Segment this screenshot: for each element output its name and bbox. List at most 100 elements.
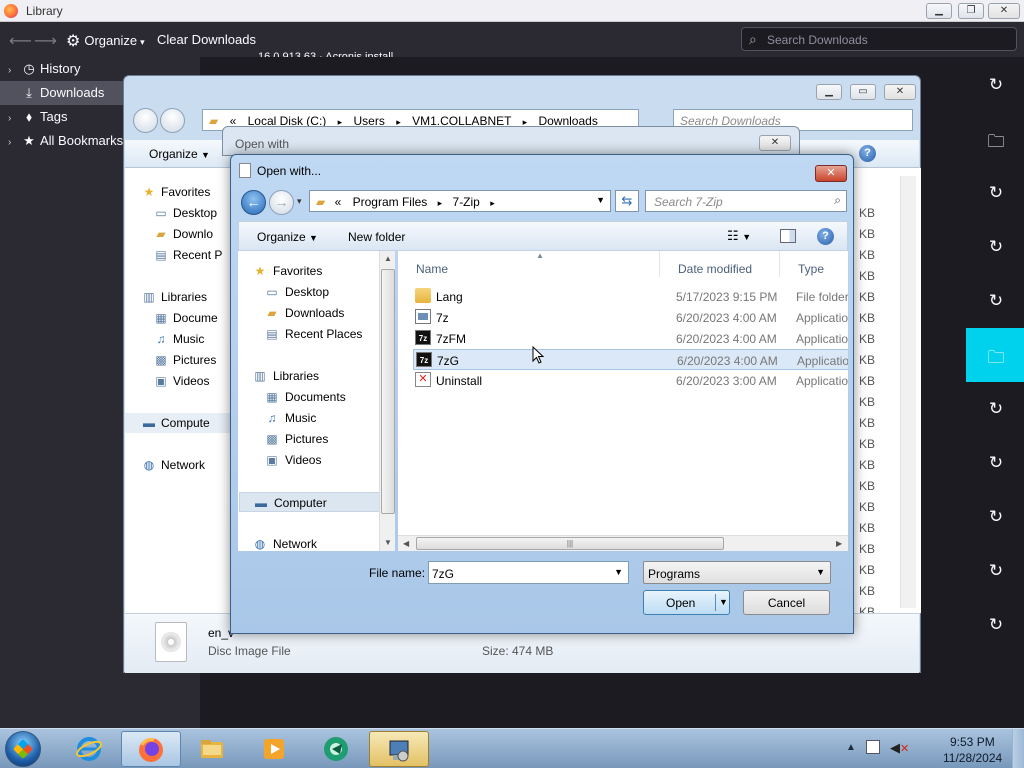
retry-icon[interactable]: ↻ xyxy=(986,237,1006,257)
dialog-nav-item[interactable]: ▩ Pictures xyxy=(264,429,385,449)
scroll-right-arrow-icon[interactable]: ▶ xyxy=(836,539,842,548)
help-icon[interactable]: ? xyxy=(859,145,876,162)
open-folder-icon[interactable]: 🗀 xyxy=(986,129,1006,151)
cancel-button[interactable]: Cancel xyxy=(743,590,830,615)
download-row[interactable]: ↻ xyxy=(966,58,1024,112)
file-row[interactable]: 7z 7zG 6/20/2023 4:00 AM Application xyxy=(413,349,848,370)
download-row[interactable]: ↻ xyxy=(966,598,1024,652)
clock-date[interactable]: 11/28/2024 xyxy=(943,751,1002,765)
open-button[interactable]: Open ▼ xyxy=(643,590,730,615)
scroll-left-arrow-icon[interactable]: ◀ xyxy=(403,539,409,548)
open-split-arrow-icon[interactable]: ▼ xyxy=(715,594,728,611)
scroll-thumb[interactable]: ||| xyxy=(416,537,724,550)
dialog-nav-item[interactable]: ▬ Computer xyxy=(239,492,385,512)
dialog-nav-item[interactable]: ▤ Recent Places xyxy=(264,324,385,344)
dialog-organize-menu[interactable]: Organize ▼ xyxy=(257,230,318,244)
explorer-organize-menu[interactable]: Organize ▼ xyxy=(149,147,210,161)
download-item-title[interactable]: 16.0.913.63 · Acronis install xyxy=(258,51,393,57)
download-row[interactable]: ↻ xyxy=(966,274,1024,328)
taskbar-app-button[interactable] xyxy=(369,731,429,767)
expand-icon[interactable]: › xyxy=(8,65,20,76)
dialog-nav-item[interactable]: ▦ Documents xyxy=(264,387,385,407)
dialog-nav-item[interactable]: ◍ Network xyxy=(252,534,385,551)
dialog-back-button[interactable]: ← xyxy=(241,190,266,215)
dialog-forward-button[interactable]: → xyxy=(269,190,294,215)
forward-arrow-icon[interactable]: ⟶ xyxy=(34,31,57,51)
dialog-nav-item[interactable]: ▥ Libraries xyxy=(252,366,385,386)
show-desktop-button[interactable] xyxy=(1012,729,1024,768)
dialog-search-input[interactable]: Search 7-Zip ⌕ xyxy=(645,190,847,212)
recent-locations-chevron-icon[interactable]: ▾ xyxy=(297,196,302,207)
explorer-minimize-button[interactable]: ▁ xyxy=(816,84,842,100)
file-name-input[interactable]: 7zG ▼ xyxy=(428,561,629,584)
taskbar-app-button[interactable] xyxy=(121,731,181,767)
retry-icon[interactable]: ↻ xyxy=(986,183,1006,203)
taskbar-app-button[interactable] xyxy=(245,731,305,767)
back-arrow-icon[interactable]: ⟵ xyxy=(9,31,32,51)
download-row[interactable]: ↻ xyxy=(966,544,1024,598)
explorer-close-button[interactable]: ✕ xyxy=(884,84,916,100)
open-with-parent-close-button[interactable]: ✕ xyxy=(759,135,791,151)
show-hidden-icons-icon[interactable]: ▲ xyxy=(846,742,856,753)
download-row[interactable]: ↻ xyxy=(966,382,1024,436)
new-folder-button[interactable]: New folder xyxy=(348,230,405,244)
taskbar-app-button[interactable] xyxy=(307,731,367,767)
clear-downloads-button[interactable]: Clear Downloads xyxy=(157,32,256,47)
chevron-down-icon[interactable]: ▼ xyxy=(596,195,605,205)
download-row[interactable]: 🗀 xyxy=(966,328,1024,382)
file-row[interactable]: ✕ Uninstall 6/20/2023 3:00 AM Application xyxy=(413,370,848,391)
explorer-maximize-button[interactable]: ▭ xyxy=(850,84,876,100)
address-segment[interactable]: 7-Zip xyxy=(453,195,480,209)
address-segment[interactable]: Program Files xyxy=(353,195,428,209)
retry-icon[interactable]: ↻ xyxy=(986,507,1006,527)
preview-pane-icon[interactable] xyxy=(780,229,796,243)
column-header-name[interactable]: Name ▲ xyxy=(398,251,660,277)
download-row[interactable]: ↻ xyxy=(966,490,1024,544)
volume-muted-icon[interactable]: ◀✕ xyxy=(890,740,909,756)
column-header-date-modified[interactable]: Date modified xyxy=(660,251,780,277)
taskbar-app-button[interactable] xyxy=(183,731,243,767)
start-button[interactable] xyxy=(5,731,41,767)
open-folder-icon[interactable]: 🗀 xyxy=(986,345,1006,367)
scroll-down-arrow-icon[interactable]: ▼ xyxy=(384,538,392,547)
file-type-select[interactable]: Programs ▼ xyxy=(643,561,831,584)
help-icon[interactable]: ? xyxy=(817,228,834,245)
retry-icon[interactable]: ↻ xyxy=(986,291,1006,311)
dialog-nav-item[interactable]: ★ Favorites xyxy=(252,261,385,281)
dialog-address-bar[interactable]: ▰ « Program Files ▸ 7-Zip ▸ ▼ xyxy=(309,190,611,212)
download-row[interactable]: ↻ xyxy=(966,166,1024,220)
views-menu[interactable]: ☷ ▼ xyxy=(727,228,751,244)
retry-icon[interactable]: ↻ xyxy=(986,561,1006,581)
taskbar-app-button[interactable] xyxy=(60,731,120,767)
dialog-close-button[interactable]: ✕ xyxy=(815,165,847,182)
explorer-vertical-scrollbar[interactable] xyxy=(900,176,916,608)
scroll-thumb[interactable] xyxy=(381,269,395,514)
file-row[interactable]: Lang 5/17/2023 9:15 PM File folder xyxy=(413,286,848,307)
explorer-back-button[interactable] xyxy=(133,108,158,133)
library-search-input[interactable]: ⌕ Search Downloads xyxy=(741,27,1017,51)
expand-icon[interactable]: › xyxy=(8,113,20,124)
close-button[interactable]: ✕ xyxy=(988,3,1020,19)
dialog-nav-item[interactable]: ▣ Videos xyxy=(264,450,385,470)
retry-icon[interactable]: ↻ xyxy=(986,75,1006,95)
dialog-nav-item[interactable]: ▰ Downloads xyxy=(264,303,385,323)
clock-time[interactable]: 9:53 PM xyxy=(950,735,995,749)
file-list-horizontal-scrollbar[interactable]: ◀ ||| ▶ xyxy=(398,535,848,551)
refresh-button[interactable]: ⇆ xyxy=(615,190,639,212)
scroll-up-arrow-icon[interactable]: ▲ xyxy=(384,254,392,263)
column-header-type[interactable]: Type xyxy=(780,251,848,277)
download-row[interactable]: ↻ xyxy=(966,436,1024,490)
organize-menu[interactable]: ⚙ Organize ▾ xyxy=(66,31,145,51)
file-row[interactable]: 7z 6/20/2023 4:00 AM Application xyxy=(413,307,848,328)
download-row[interactable]: 🗀 xyxy=(966,112,1024,166)
retry-icon[interactable]: ↻ xyxy=(986,453,1006,473)
address-overflow[interactable]: « xyxy=(335,195,342,209)
dialog-nav-item[interactable]: ▭ Desktop xyxy=(264,282,385,302)
navigation-pane-scrollbar[interactable]: ▲ ▼ xyxy=(379,251,395,551)
download-row[interactable]: ↻ xyxy=(966,220,1024,274)
expand-icon[interactable]: › xyxy=(8,137,20,148)
network-status-icon[interactable] xyxy=(866,740,880,754)
retry-icon[interactable]: ↻ xyxy=(986,399,1006,419)
file-row[interactable]: 7z 7zFM 6/20/2023 4:00 AM Application xyxy=(413,328,848,349)
maximize-button[interactable]: ❐ xyxy=(958,3,984,19)
